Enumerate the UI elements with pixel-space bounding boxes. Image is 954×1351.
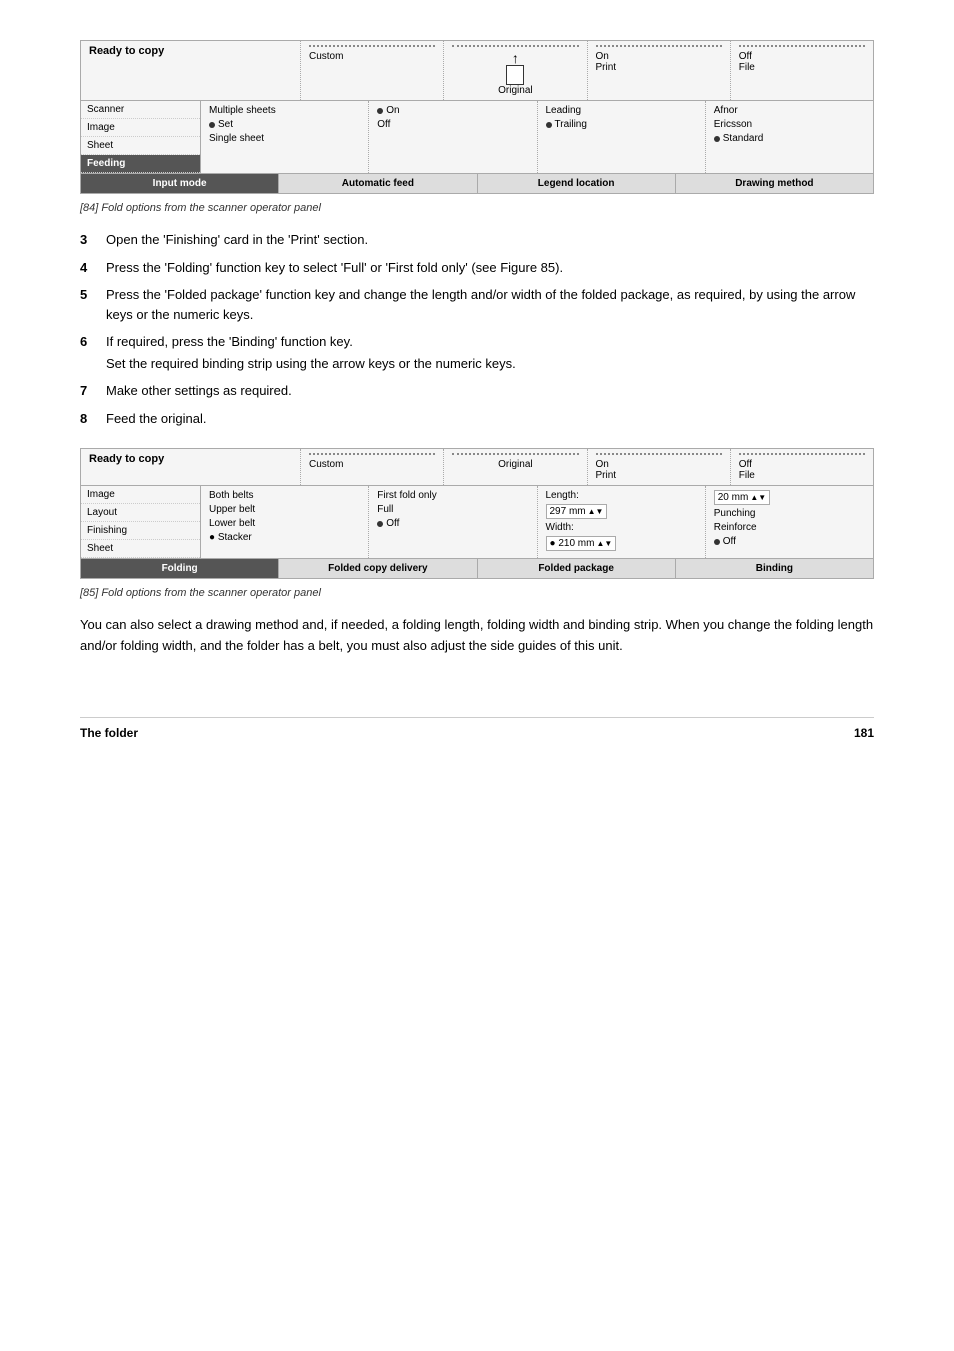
figure-84-panel: Ready to copy Custom ↑ Original On Print xyxy=(80,40,874,194)
panel-84-top-sec1: Custom xyxy=(301,41,444,100)
tab-drawing-method[interactable]: Drawing method xyxy=(676,174,873,193)
mm-spinbox[interactable]: 20 mm ▲▼ xyxy=(714,490,770,505)
col1-item3: Single sheet xyxy=(209,133,360,144)
original-icon-84: ↑ Original xyxy=(452,51,578,96)
col4-85-item2: Punching xyxy=(714,508,865,519)
panel-84-tabs: Input mode Automatic feed Legend locatio… xyxy=(81,173,873,193)
figure-84-caption: [84] Fold options from the scanner opera… xyxy=(80,202,874,214)
sidebar85-sheet[interactable]: Sheet xyxy=(81,540,200,558)
step-8: 8 Feed the original. xyxy=(80,409,874,429)
page-content: Ready to copy Custom ↑ Original On Print xyxy=(80,40,874,740)
tab85-folding[interactable]: Folding xyxy=(81,559,279,578)
sidebar85-image[interactable]: Image xyxy=(81,486,200,504)
panel-84-top-sec3: On Print xyxy=(588,41,731,100)
col4-item2: Ericsson xyxy=(714,119,865,130)
sidebar-feeding[interactable]: Feeding xyxy=(81,155,200,173)
panel-85-col3: Length: 297 mm ▲▼ Width: ● 210 mm ▲▼ xyxy=(538,486,706,558)
panel-85-top-sec1: Custom xyxy=(301,449,444,485)
panel-84-body: Scanner Image Sheet Feeding Multiple she… xyxy=(81,101,873,173)
col3-85-length-val: 297 mm ▲▼ xyxy=(546,504,697,519)
col4-85-item4: Off xyxy=(714,536,865,547)
col2-item1: On xyxy=(377,105,528,116)
sidebar-sheet[interactable]: Sheet xyxy=(81,137,200,155)
col3-85-width-label: Width: xyxy=(546,522,697,533)
step-6: 6 If required, press the 'Binding' funct… xyxy=(80,332,874,373)
body-paragraph: You can also select a drawing method and… xyxy=(80,615,874,657)
sidebar-scanner[interactable]: Scanner xyxy=(81,101,200,119)
panel-85-top-sec2: Original xyxy=(444,449,587,485)
col1-item1: Multiple sheets xyxy=(209,105,360,116)
col3-85-width-val: ● 210 mm ▲▼ xyxy=(546,536,697,551)
figure-85-panel: Ready to copy Custom Original On Print O… xyxy=(80,448,874,579)
col4-item1: Afnor xyxy=(714,105,865,116)
original-label-85: Original xyxy=(498,459,532,470)
tab-input-mode[interactable]: Input mode xyxy=(81,174,279,193)
col3-item1: Leading xyxy=(546,105,697,116)
steps-list: 3 Open the 'Finishing' card in the 'Prin… xyxy=(80,230,874,428)
tab85-binding[interactable]: Binding xyxy=(676,559,873,578)
panel-84-col3: Leading Trailing xyxy=(538,101,706,173)
custom-label-84: Custom xyxy=(309,51,343,62)
panel-84-title: Ready to copy xyxy=(81,41,301,100)
panel-84-col4: Afnor Ericsson Standard xyxy=(706,101,873,173)
width-spinbox[interactable]: ● 210 mm ▲▼ xyxy=(546,536,617,551)
panel-85-col2: First fold only Full Off xyxy=(369,486,537,558)
figure-85-caption: [85] Fold options from the scanner opera… xyxy=(80,587,874,599)
col2-85-label: First fold only xyxy=(377,490,528,501)
panel-84-col1: Multiple sheets Set Single sheet xyxy=(201,101,369,173)
panel-84-col2: On Off xyxy=(369,101,537,173)
length-spinbox[interactable]: 297 mm ▲▼ xyxy=(546,504,608,519)
tab-legend-location[interactable]: Legend location xyxy=(478,174,676,193)
tab-automatic-feed[interactable]: Automatic feed xyxy=(279,174,477,193)
col1-85-item2: Upper belt xyxy=(209,504,360,515)
panel-85-col4: 20 mm ▲▼ Punching Reinforce Off xyxy=(706,486,873,558)
col1-85-item1: Both belts xyxy=(209,490,360,501)
panel-85-col1: Both belts Upper belt Lower belt ● Stack… xyxy=(201,486,369,558)
col2-85-full: Full xyxy=(377,504,528,515)
footer-left: The folder xyxy=(80,726,138,740)
panel-85-body: Image Layout Finishing Sheet Both belts … xyxy=(81,486,873,558)
panel-85-tabs: Folding Folded copy delivery Folded pack… xyxy=(81,558,873,578)
original-icon-85: Original xyxy=(452,459,578,470)
sidebar85-finishing[interactable]: Finishing xyxy=(81,522,200,540)
original-label-84: Original xyxy=(498,85,532,96)
panel-85-title: Ready to copy xyxy=(81,449,301,485)
col2-85-off: Off xyxy=(377,518,528,529)
step-4: 4 Press the 'Folding' function key to se… xyxy=(80,258,874,278)
page-footer: The folder 181 xyxy=(80,717,874,740)
tab85-folded-copy[interactable]: Folded copy delivery xyxy=(279,559,477,578)
col4-85-item3: Reinforce xyxy=(714,522,865,533)
col4-85-item1: 20 mm ▲▼ xyxy=(714,490,865,505)
col1-item2: Set xyxy=(209,119,360,130)
col3-85-length-label: Length: xyxy=(546,490,697,501)
col4-item3: Standard xyxy=(714,133,865,144)
custom-label-85: Custom xyxy=(309,459,343,470)
panel-85-sidebar: Image Layout Finishing Sheet xyxy=(81,486,201,558)
step-5: 5 Press the 'Folded package' function ke… xyxy=(80,285,874,324)
panel-85-top-bar: Ready to copy Custom Original On Print O… xyxy=(81,449,873,486)
panel-84-top-sec2: ↑ Original xyxy=(444,41,587,100)
step-3: 3 Open the 'Finishing' card in the 'Prin… xyxy=(80,230,874,250)
col2-item2: Off xyxy=(377,119,528,130)
col1-85-item4: ● Stacker xyxy=(209,532,360,543)
tab85-folded-package[interactable]: Folded package xyxy=(478,559,676,578)
col1-85-item3: Lower belt xyxy=(209,518,360,529)
panel-84-sidebar: Scanner Image Sheet Feeding xyxy=(81,101,201,173)
col3-item2: Trailing xyxy=(546,119,697,130)
footer-right: 181 xyxy=(854,726,874,740)
sidebar-image[interactable]: Image xyxy=(81,119,200,137)
panel-85-top-sec4: Off File xyxy=(731,449,873,485)
step-7: 7 Make other settings as required. xyxy=(80,381,874,401)
panel-85-top-sec3: On Print xyxy=(588,449,731,485)
sidebar85-layout[interactable]: Layout xyxy=(81,504,200,522)
panel-84-top-sec4: Off File xyxy=(731,41,873,100)
panel-84-top-bar: Ready to copy Custom ↑ Original On Print xyxy=(81,41,873,101)
